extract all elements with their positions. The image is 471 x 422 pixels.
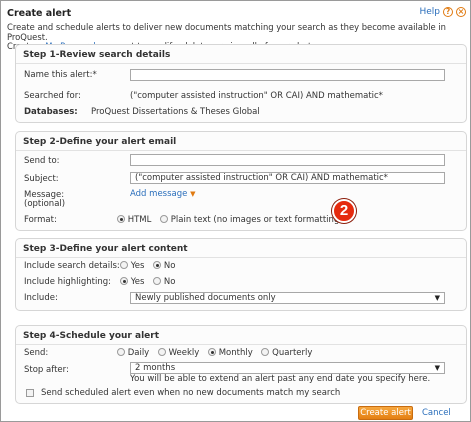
weekly-label: Weekly bbox=[168, 348, 200, 358]
send-daily-option[interactable]: Daily bbox=[117, 348, 149, 358]
send-weekly-option[interactable]: Weekly bbox=[157, 348, 200, 358]
send-when-empty-label: Send scheduled alert even when no new do… bbox=[41, 388, 341, 398]
message-optional-label: (optional) bbox=[24, 199, 66, 209]
question-circle-icon[interactable]: ? bbox=[443, 7, 453, 17]
name-alert-input[interactable] bbox=[130, 69, 445, 81]
send-frequency-radio-group: Daily Weekly Monthly Quarterly bbox=[117, 348, 318, 358]
include-details-label: Include search details: bbox=[24, 261, 120, 271]
include-select[interactable]: Newly published documents only ▼ bbox=[130, 292, 445, 304]
divider bbox=[16, 150, 466, 151]
daily-label: Daily bbox=[127, 348, 150, 358]
include-label: Include: bbox=[24, 293, 58, 303]
radio-html[interactable] bbox=[117, 215, 125, 223]
step-4-panel: Step 4-Schedule your alert Send: Daily W… bbox=[15, 325, 467, 404]
format-label: Format: bbox=[24, 215, 57, 225]
radio-plain[interactable] bbox=[160, 215, 169, 223]
help-link[interactable]: Help bbox=[419, 7, 440, 17]
help-area: Help ? × bbox=[419, 7, 466, 17]
highlight-yes-label: Yes bbox=[130, 277, 145, 287]
close-circle-icon[interactable]: × bbox=[456, 7, 466, 17]
step-4-title: Step 4-Schedule your alert bbox=[23, 331, 159, 341]
radio-highlight-yes[interactable] bbox=[120, 277, 128, 285]
details-yes-label: Yes bbox=[130, 261, 145, 271]
send-label: Send: bbox=[24, 348, 49, 358]
databases-value: ProQuest Dissertations & Theses Global bbox=[91, 107, 260, 117]
dropdown-arrow-icon: ▼ bbox=[434, 364, 440, 372]
create-alert-dialog: Create alert Help ? × Create and schedul… bbox=[0, 0, 471, 422]
searched-for-value: ("computer assisted instruction" OR CAI)… bbox=[130, 91, 383, 101]
divider bbox=[16, 63, 466, 64]
stop-after-select[interactable]: 2 months ▼ bbox=[130, 362, 445, 374]
highlight-no-label: No bbox=[163, 277, 176, 287]
cancel-link[interactable]: Cancel bbox=[422, 408, 451, 418]
dropdown-arrow-icon: ▼ bbox=[434, 294, 440, 302]
format-html-label: HTML bbox=[127, 215, 152, 225]
format-radio-group: HTML Plain text (no images or text forma… bbox=[117, 215, 349, 225]
include-details-radio-group: Yes No bbox=[120, 261, 181, 271]
format-plain-label: Plain text (no images or text formatting… bbox=[170, 215, 343, 225]
send-monthly-option[interactable]: Monthly bbox=[208, 348, 253, 358]
radio-daily[interactable] bbox=[117, 348, 125, 356]
divider bbox=[16, 344, 466, 345]
step-1-title: Step 1-Review search details bbox=[23, 50, 171, 60]
add-message-label: Add message bbox=[130, 189, 188, 199]
include-highlighting-label: Include highlighting: bbox=[24, 277, 112, 287]
details-yes-option[interactable]: Yes bbox=[120, 261, 144, 271]
name-alert-label: Name this alert:* bbox=[24, 70, 97, 80]
intro-line-1: Create and schedule alerts to deliver ne… bbox=[7, 22, 446, 42]
stop-after-value: 2 months bbox=[135, 363, 176, 373]
send-to-label: Send to: bbox=[24, 156, 60, 166]
radio-weekly[interactable] bbox=[157, 348, 166, 356]
highlight-yes-option[interactable]: Yes bbox=[120, 277, 144, 287]
include-select-value: Newly published documents only bbox=[135, 293, 276, 303]
step-3-title: Step 3-Define your alert content bbox=[23, 244, 188, 254]
highlight-no-option[interactable]: No bbox=[153, 277, 175, 287]
details-no-label: No bbox=[163, 261, 176, 271]
create-alert-button[interactable]: Create alert bbox=[358, 406, 413, 420]
send-quarterly-option[interactable]: Quarterly bbox=[261, 348, 312, 358]
details-no-option[interactable]: No bbox=[153, 261, 175, 271]
subject-label: Subject: bbox=[24, 174, 59, 184]
radio-quarterly[interactable] bbox=[261, 348, 270, 356]
dialog-header: Create alert Help ? × bbox=[7, 7, 466, 20]
radio-details-yes[interactable] bbox=[120, 261, 128, 269]
step-1-panel: Step 1-Review search details Name this a… bbox=[15, 44, 467, 123]
databases-label: Databases: bbox=[24, 107, 78, 117]
radio-monthly[interactable] bbox=[208, 348, 217, 356]
divider bbox=[16, 257, 466, 258]
add-message-link[interactable]: Add message ▼ bbox=[130, 189, 195, 199]
send-to-input[interactable] bbox=[130, 154, 445, 166]
include-highlighting-radio-group: Yes No bbox=[120, 277, 181, 287]
send-when-empty-checkbox[interactable] bbox=[26, 389, 34, 397]
step-3-panel: Step 3-Define your alert content Include… bbox=[15, 238, 467, 311]
searched-for-label: Searched for: bbox=[24, 91, 81, 101]
dialog-title: Create alert bbox=[7, 8, 72, 19]
stop-after-label: Stop after: bbox=[24, 365, 69, 375]
radio-details-no[interactable] bbox=[153, 261, 162, 269]
stop-after-hint: You will be able to extend an alert past… bbox=[130, 374, 431, 384]
format-html-option[interactable]: HTML bbox=[117, 215, 151, 225]
format-plain-option[interactable]: Plain text (no images or text formatting… bbox=[160, 215, 343, 225]
chevron-down-icon: ▼ bbox=[190, 190, 196, 198]
quarterly-label: Quarterly bbox=[272, 348, 313, 358]
step-2-title: Step 2-Define your alert email bbox=[23, 137, 177, 147]
radio-highlight-no[interactable] bbox=[153, 277, 162, 285]
monthly-label: Monthly bbox=[218, 348, 253, 358]
annotation-badge: 2 bbox=[332, 199, 356, 223]
step-2-panel: Step 2-Define your alert email Send to: … bbox=[15, 131, 467, 231]
subject-input[interactable]: ("computer assisted instruction" OR CAI)… bbox=[130, 172, 445, 184]
